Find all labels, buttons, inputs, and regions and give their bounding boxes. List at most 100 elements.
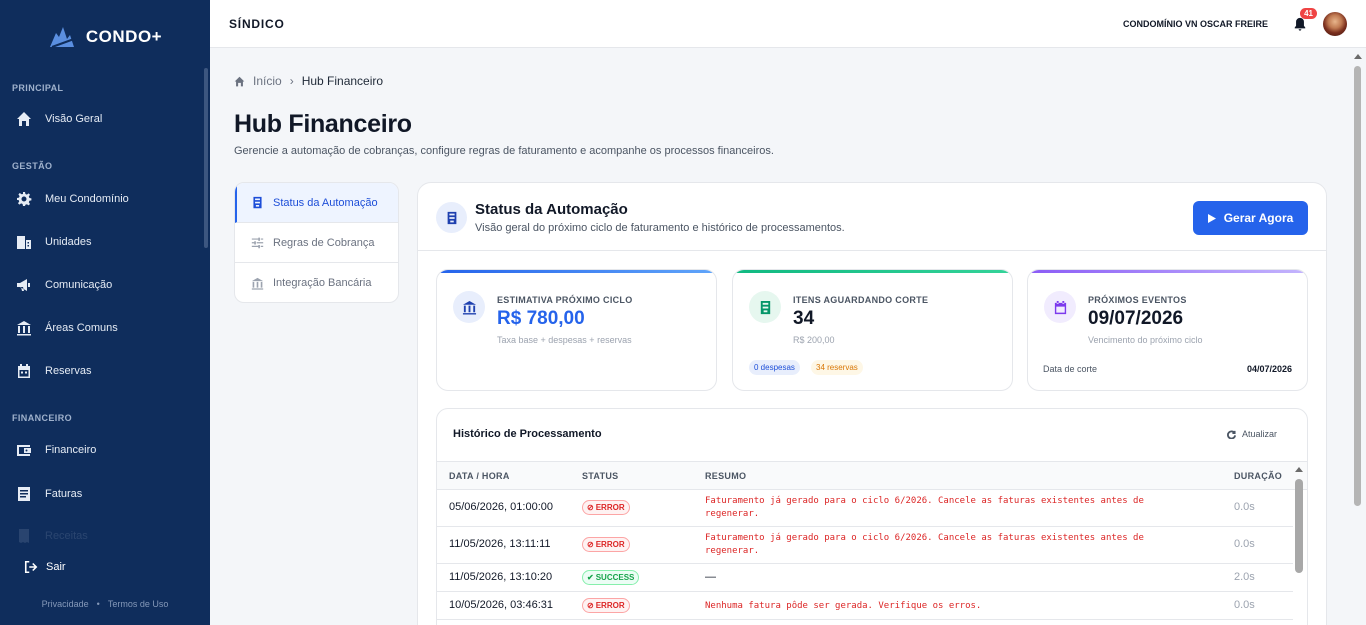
card-accent-bar	[1028, 270, 1307, 273]
sidebar-item-label: Faturas	[45, 488, 83, 500]
status-text: ERROR	[595, 601, 625, 610]
status-badge: ⊘ ERROR	[582, 500, 630, 515]
sidebar-item-receitas[interactable]: Receitas	[0, 516, 204, 556]
bank-icon	[251, 277, 264, 290]
columns-icon	[17, 321, 31, 336]
reservations-chip: 34 reservas	[811, 360, 863, 375]
sidebar-item-label: Visão Geral	[45, 113, 103, 125]
wallet-icon	[17, 445, 31, 456]
status-badge: ✔ SUCCESS	[582, 570, 640, 585]
tab-integracao-bancaria[interactable]: Integração Bancária	[235, 263, 398, 302]
row-summary: Faturamento já gerado para o ciclo 6/202…	[705, 533, 1144, 556]
role-label: SÍNDICO	[229, 16, 285, 31]
page-scroll-up-arrow[interactable]	[1354, 54, 1362, 59]
table-scroll-up-arrow[interactable]	[1295, 467, 1303, 472]
sidebar-item-label: Reservas	[45, 365, 92, 377]
home-icon	[17, 112, 31, 126]
logout-button[interactable]: Sair	[24, 560, 66, 574]
hub-tabs: Status da Automação Regras de Cobrança I…	[234, 182, 399, 303]
row-date: 11/05/2026, 13:10:20	[449, 571, 553, 583]
status-text: SUCCESS	[595, 573, 635, 582]
row-duration: 0.0s	[1234, 501, 1255, 513]
pending-items-card: ITENS AGUARDANDO CORTE 34 R$ 200,00 0 de…	[732, 269, 1013, 391]
condo-logo-icon	[49, 27, 75, 48]
col-status: STATUS	[582, 471, 619, 481]
status-text: ERROR	[595, 503, 625, 512]
processing-history: Histórico de Processamento Atualizar DAT…	[436, 408, 1308, 625]
tab-label: Integração Bancária	[273, 277, 372, 289]
refresh-button[interactable]: Atualizar	[1227, 429, 1277, 439]
invoice-icon	[18, 487, 30, 501]
sidebar-item-visao-geral[interactable]: Visão Geral	[0, 99, 204, 139]
pending-note: R$ 200,00	[793, 335, 835, 345]
panel-title: Status da Automação	[475, 201, 628, 218]
sidebar-item-comunicacao[interactable]: Comunicação	[0, 265, 204, 305]
expenses-chip: 0 despesas	[749, 360, 800, 375]
table-row: 10/05/2026, 03:46:31 ⊘ ERROR Nenhuma fatu…	[437, 592, 1293, 620]
section-gestao: GESTÃO	[12, 161, 53, 171]
sidebar-item-unidades[interactable]: Unidades	[0, 222, 204, 262]
tab-label: Regras de Cobrança	[273, 236, 375, 249]
sidebar-item-label: Unidades	[45, 236, 92, 248]
receipt-icon	[19, 529, 29, 543]
breadcrumb-separator: ›	[289, 74, 294, 88]
sidebar-item-financeiro[interactable]: Financeiro	[0, 430, 204, 470]
estimate-label: ESTIMATIVA PRÓXIMO CICLO	[497, 295, 633, 305]
cut-date-label: Data de corte	[1043, 364, 1098, 374]
logout-label: Sair	[46, 561, 66, 573]
tab-regras-cobranca[interactable]: Regras de Cobrança	[235, 223, 398, 263]
building-icon	[17, 236, 31, 249]
card-accent-bar	[437, 270, 716, 273]
breadcrumb-home-link[interactable]: Início	[253, 74, 282, 88]
tab-label: Status da Automação	[273, 196, 378, 209]
col-duration: DURAÇÃO	[1234, 471, 1283, 481]
sidebar-item-label: Meu Condomínio	[45, 193, 129, 205]
sidebar-item-areas-comuns[interactable]: Áreas Comuns	[0, 308, 204, 348]
bell-icon	[1294, 17, 1306, 31]
pending-value: 34	[793, 308, 815, 329]
server-icon	[253, 196, 262, 209]
pending-label: ITENS AGUARDANDO CORTE	[793, 295, 929, 305]
sidebar-item-meu-condominio[interactable]: Meu Condomínio	[0, 179, 204, 219]
privacy-link[interactable]: Privacidade	[42, 599, 89, 609]
section-principal: PRINCIPAL	[12, 83, 64, 93]
row-summary: Faturamento já gerado para o ciclo 6/202…	[705, 496, 1144, 519]
sidebar-item-faturas[interactable]: Faturas	[0, 474, 204, 514]
history-title: Histórico de Processamento	[453, 428, 602, 440]
refresh-label: Atualizar	[1241, 429, 1277, 439]
tab-status-automacao[interactable]: Status da Automação	[235, 183, 398, 223]
notifications-button[interactable]	[1293, 17, 1307, 31]
events-label: PRÓXIMOS EVENTOS	[1088, 295, 1187, 305]
sliders-icon	[251, 237, 264, 249]
condo-selector[interactable]: CONDOMÍNIO VN OSCAR FREIRE	[1123, 19, 1268, 29]
brand-name: CONDO+	[85, 27, 163, 46]
sidebar: CONDO+ PRINCIPAL Visão Geral GESTÃO Meu …	[0, 0, 210, 625]
table-row: 05/06/2026, 01:00:00 ⊘ ERROR Faturamento …	[437, 490, 1293, 527]
row-summary: —	[705, 571, 716, 583]
megaphone-icon	[17, 279, 30, 291]
table-scrollbar[interactable]	[1295, 479, 1303, 573]
sidebar-item-label: Receitas	[45, 530, 88, 542]
sidebar-footer: Privacidade • Termos de Uso	[0, 599, 210, 609]
section-financeiro: FINANCEIRO	[12, 413, 72, 423]
estimate-value: R$ 780,00	[497, 308, 585, 329]
refresh-icon	[1227, 430, 1236, 439]
footer-separator: •	[96, 599, 100, 609]
generate-now-label: Gerar Agora	[1223, 211, 1294, 225]
error-icon: ⊘	[587, 503, 594, 512]
sidebar-scrollbar[interactable]	[204, 68, 208, 248]
col-date: DATA / HORA	[449, 471, 510, 481]
sidebar-item-reservas[interactable]: Reservas	[0, 351, 204, 391]
terms-link[interactable]: Termos de Uso	[108, 599, 169, 609]
row-summary: Nenhuma fatura pôde ser gerada. Verifiqu…	[705, 601, 982, 611]
home-icon	[234, 76, 245, 86]
table-row: 11/05/2026, 13:11:11 ⊘ ERROR Faturamento …	[437, 527, 1293, 564]
automation-status-panel: Status da Automação Visão geral do próxi…	[417, 182, 1327, 625]
generate-now-button[interactable]: Gerar Agora	[1193, 201, 1308, 235]
avatar[interactable]	[1323, 12, 1347, 36]
logout-icon	[24, 560, 38, 574]
events-value: 09/07/2026	[1088, 308, 1184, 329]
page-scrollbar[interactable]	[1354, 66, 1361, 506]
cut-date-row: Data de corte 04/07/2026	[1043, 364, 1292, 374]
brand[interactable]: CONDO+	[0, 0, 210, 74]
